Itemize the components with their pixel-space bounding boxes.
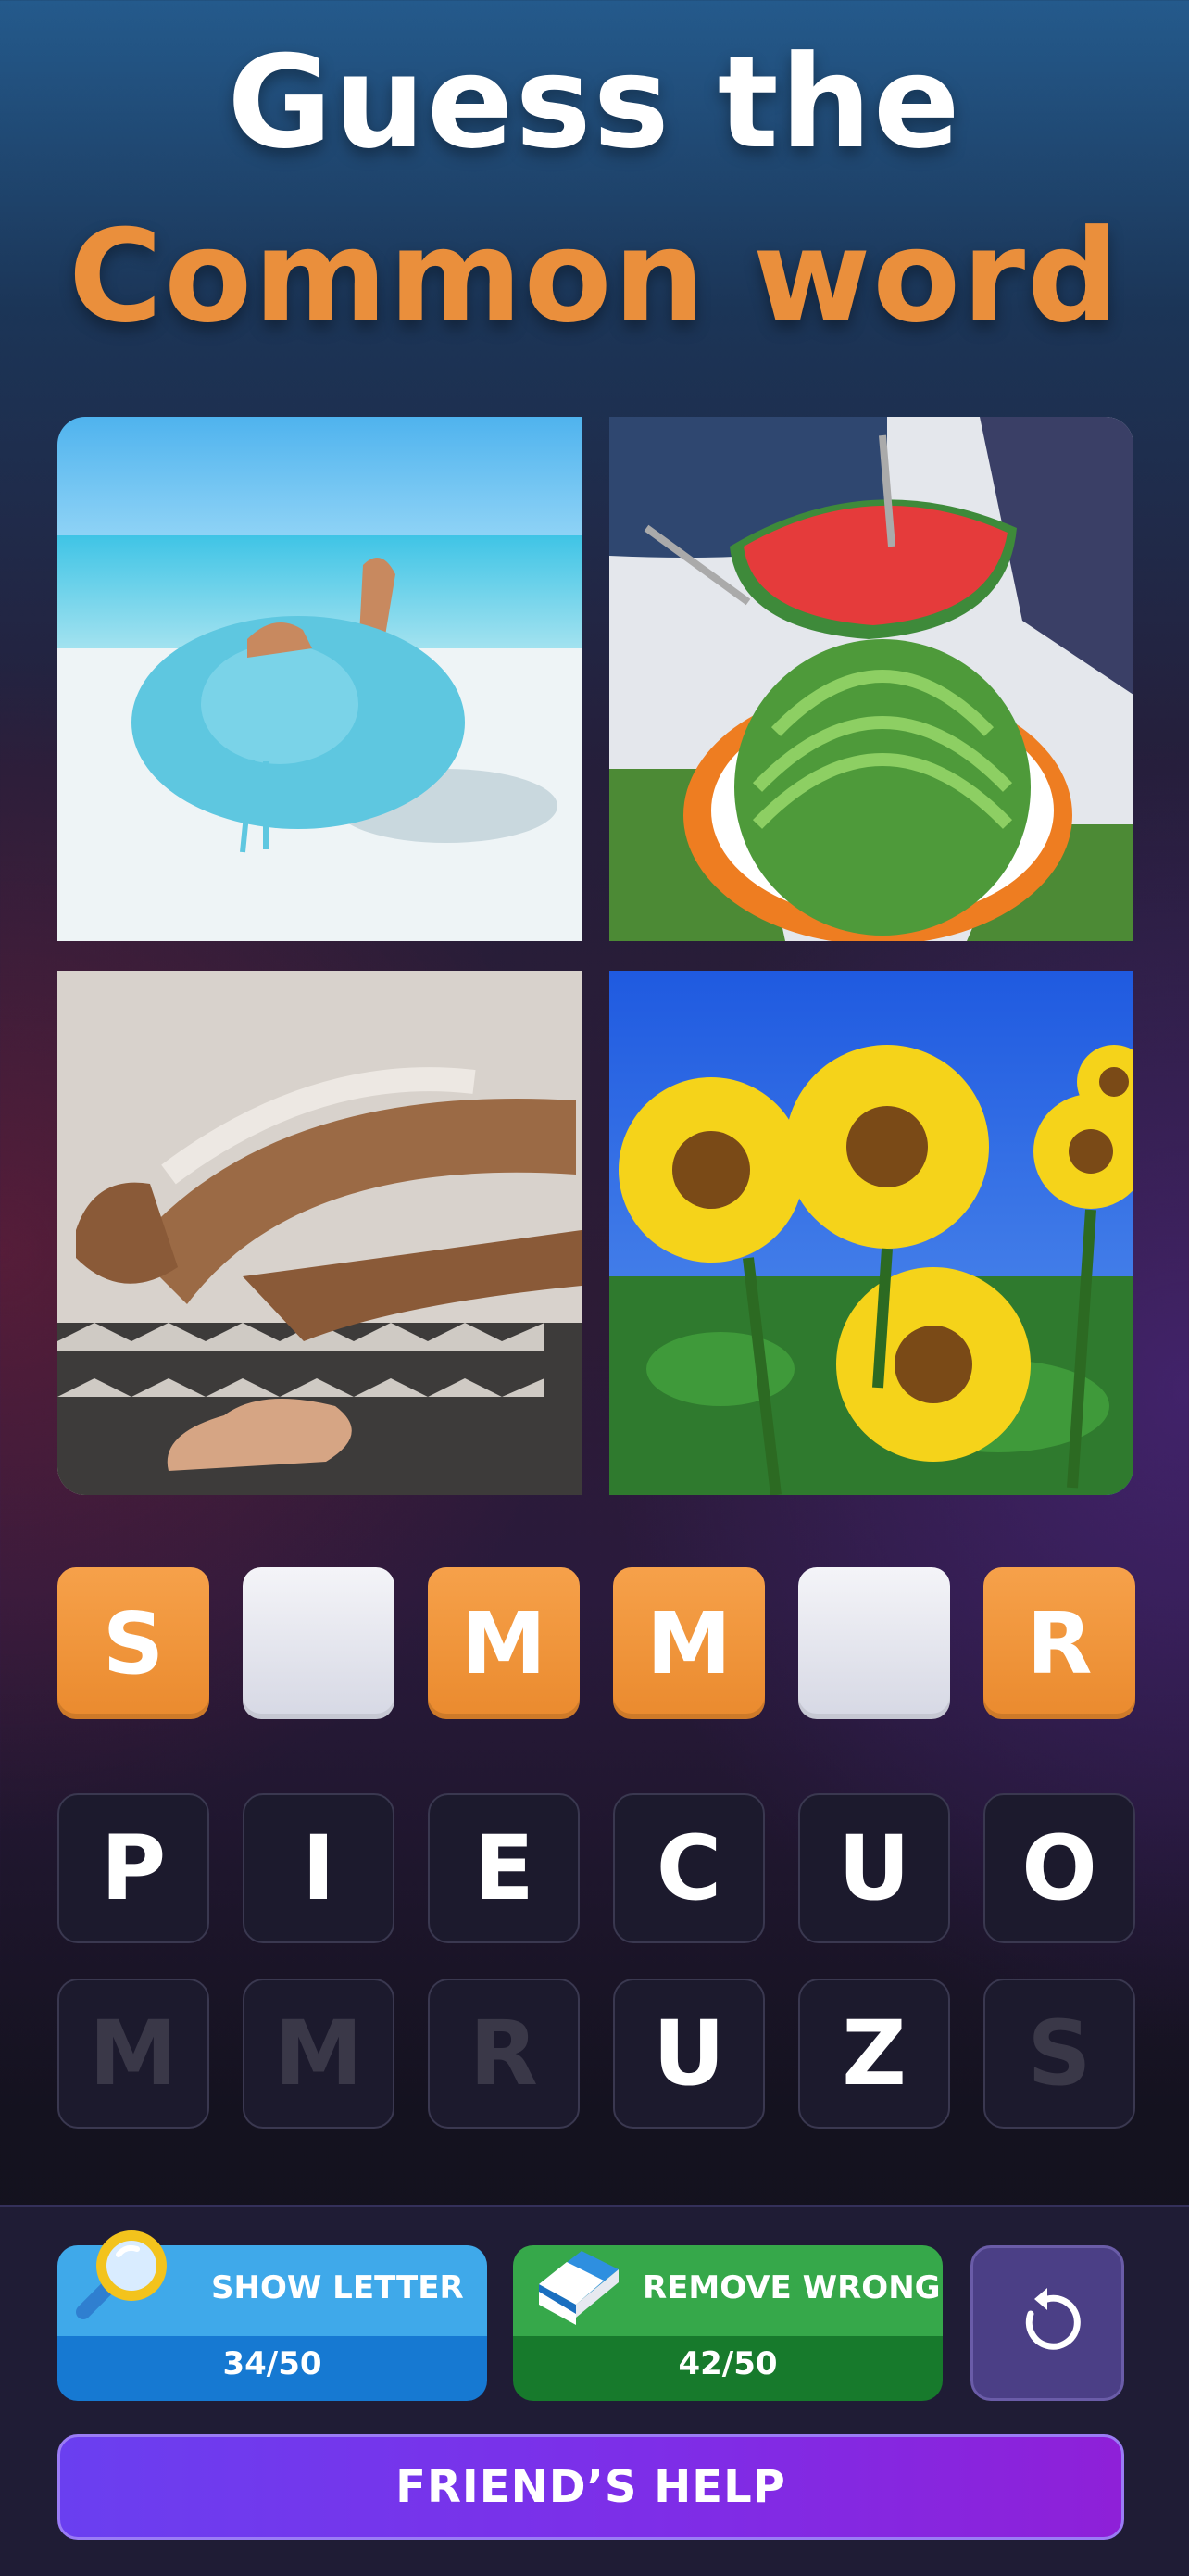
letter-key[interactable]: Z — [798, 1979, 950, 2129]
clue-photo-1[interactable] — [57, 417, 582, 941]
answer-slot-3[interactable]: M — [428, 1567, 580, 1719]
show-letter-count: 34/50 — [222, 2345, 322, 2382]
answer-slot-5[interactable] — [798, 1567, 950, 1719]
title-line-2: Common word — [69, 202, 1120, 351]
letter-key[interactable]: I — [243, 1793, 394, 1943]
letter-key[interactable]: O — [983, 1793, 1135, 1943]
clue-photo-3[interactable] — [57, 971, 582, 1495]
remove-wrong-label: REMOVE WRONG — [643, 2269, 941, 2306]
letter-key[interactable]: E — [428, 1793, 580, 1943]
show-letter-label: SHOW LETTER — [211, 2269, 464, 2306]
magnifier-icon — [76, 2230, 167, 2319]
letter-key[interactable]: U — [613, 1979, 765, 2129]
answer-slot-1[interactable]: S — [57, 1567, 209, 1719]
answer-slot-6[interactable]: R — [983, 1567, 1135, 1719]
letter-key[interactable]: U — [798, 1793, 950, 1943]
letter-key[interactable]: P — [57, 1793, 209, 1943]
letter-key-used[interactable]: M — [243, 1979, 394, 2129]
clue-photo-2[interactable] — [609, 417, 1133, 941]
title-line-1: Guess the — [227, 28, 962, 177]
friends-help-button[interactable]: FRIEND’S HELP — [57, 2434, 1124, 2540]
reset-button[interactable] — [970, 2245, 1124, 2401]
letter-key-used[interactable]: M — [57, 1979, 209, 2129]
answer-slot-4[interactable]: M — [613, 1567, 765, 1719]
clue-photo-4[interactable] — [609, 971, 1133, 1495]
eraser-icon — [539, 2251, 619, 2325]
remove-wrong-count: 42/50 — [678, 2345, 778, 2382]
answer-slot-2[interactable] — [243, 1567, 394, 1719]
letter-key[interactable]: C — [613, 1793, 765, 1943]
reset-icon — [1025, 2288, 1081, 2350]
letter-key-used[interactable]: R — [428, 1979, 580, 2129]
letter-key-used[interactable]: S — [983, 1979, 1135, 2129]
